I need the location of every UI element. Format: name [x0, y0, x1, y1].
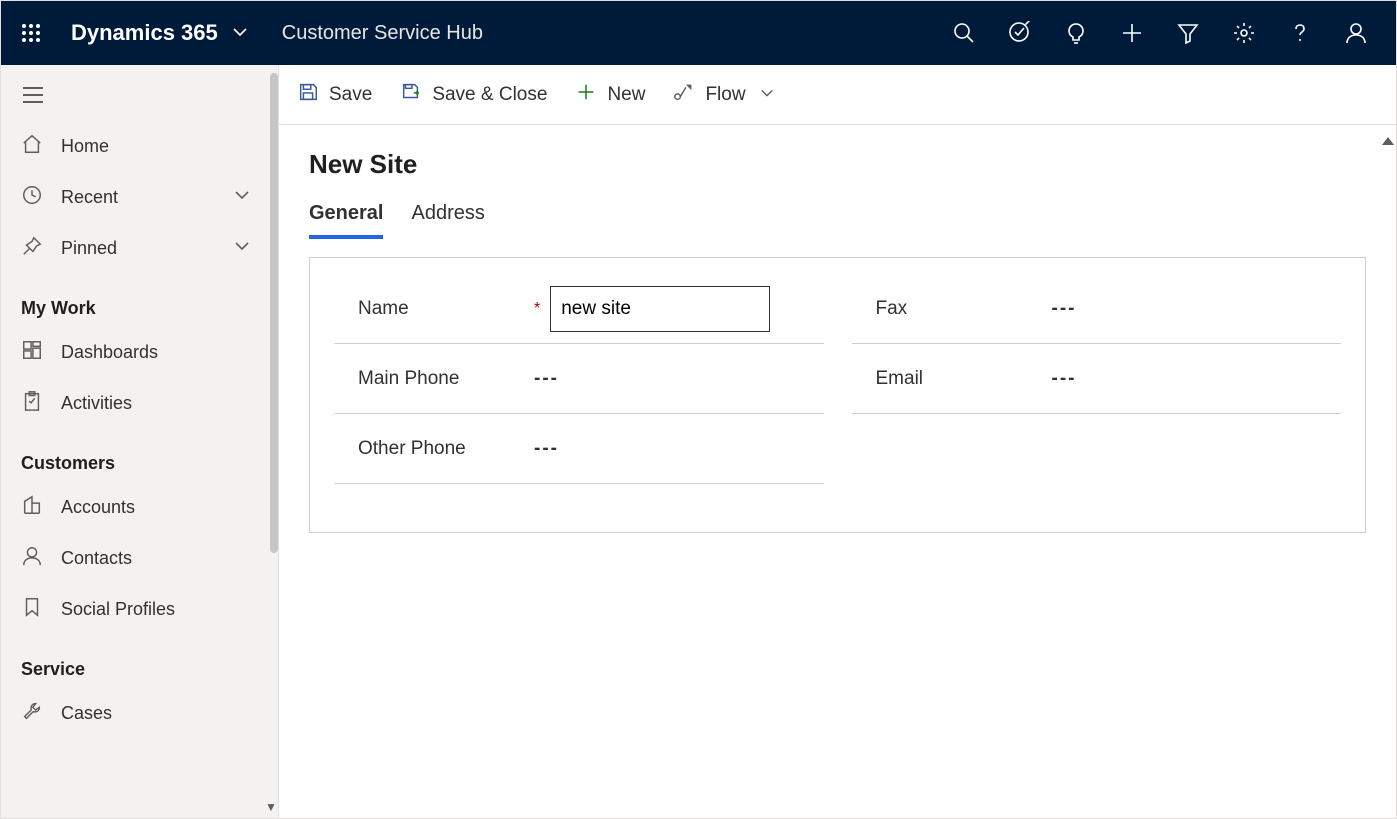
- user-icon[interactable]: [1342, 19, 1370, 47]
- field-other-phone[interactable]: Other Phone ---: [334, 414, 824, 484]
- sidebar-item-home[interactable]: Home: [1, 121, 278, 172]
- required-indicator: *: [534, 300, 540, 318]
- field-label: Email: [852, 368, 1052, 390]
- flow-button[interactable]: Flow: [673, 81, 773, 109]
- new-button[interactable]: New: [575, 81, 645, 109]
- sidebar-group-customers: Customers: [1, 429, 278, 482]
- sidebar-item-label: Cases: [61, 703, 112, 724]
- name-input[interactable]: [550, 286, 770, 332]
- field-label: Other Phone: [334, 438, 534, 460]
- sidebar-item-contacts[interactable]: Contacts: [1, 533, 278, 584]
- clipboard-icon: [21, 390, 43, 417]
- dashboard-icon: [21, 339, 43, 366]
- sidebar-group-service: Service: [1, 635, 278, 688]
- task-flow-icon[interactable]: [1006, 19, 1034, 47]
- sidebar-item-label: Dashboards: [61, 342, 158, 363]
- settings-icon[interactable]: [1230, 19, 1258, 47]
- plus-icon: [575, 81, 597, 109]
- sidebar-item-pinned[interactable]: Pinned: [1, 223, 278, 274]
- sidebar-item-activities[interactable]: Activities: [1, 378, 278, 429]
- save-icon: [297, 81, 319, 109]
- field-empty: [852, 414, 1342, 484]
- tab-address[interactable]: Address: [411, 202, 484, 239]
- main-content: Save Save & Close New Flow New Site: [279, 65, 1396, 818]
- field-name: Name *: [334, 274, 824, 344]
- brand-menu[interactable]: Dynamics 365: [71, 20, 248, 46]
- cmd-label: Save: [329, 84, 372, 106]
- pin-icon: [21, 235, 43, 262]
- sidebar-item-social-profiles[interactable]: Social Profiles: [1, 584, 278, 635]
- sidebar-item-label: Pinned: [61, 238, 117, 259]
- cmd-label: Save & Close: [432, 84, 547, 106]
- chevron-down-icon: [234, 187, 250, 208]
- cmd-label: New: [607, 84, 645, 106]
- sidebar-item-label: Contacts: [61, 548, 132, 569]
- content-scrollbar[interactable]: [1384, 135, 1394, 810]
- sidebar-item-label: Accounts: [61, 497, 135, 518]
- tab-general[interactable]: General: [309, 202, 383, 239]
- person-icon: [21, 545, 43, 572]
- save-close-button[interactable]: Save & Close: [400, 81, 547, 109]
- field-label: Name: [334, 298, 534, 320]
- sidebar-item-label: Recent: [61, 187, 118, 208]
- field-value: ---: [1052, 298, 1342, 320]
- home-icon: [21, 133, 43, 160]
- app-launcher-icon[interactable]: [11, 13, 51, 53]
- chevron-down-icon: [760, 84, 774, 106]
- wrench-icon: [21, 700, 43, 727]
- field-label: Fax: [852, 298, 1052, 320]
- filter-icon[interactable]: [1174, 19, 1202, 47]
- search-icon[interactable]: [950, 19, 978, 47]
- sidebar-item-cases[interactable]: Cases: [1, 688, 278, 739]
- save-close-icon: [400, 81, 422, 109]
- cmd-label: Flow: [705, 84, 745, 106]
- field-fax[interactable]: Fax ---: [852, 274, 1342, 344]
- top-navbar: Dynamics 365 Customer Service Hub: [1, 1, 1396, 65]
- form-panel: Name * Fax --- Main Phone ---: [309, 257, 1366, 533]
- clock-icon: [21, 184, 43, 211]
- sidebar-item-accounts[interactable]: Accounts: [1, 482, 278, 533]
- field-value: ---: [534, 438, 824, 460]
- module-name: Customer Service Hub: [282, 22, 483, 45]
- command-bar: Save Save & Close New Flow: [279, 65, 1396, 125]
- field-label: Main Phone: [334, 368, 534, 390]
- hamburger-icon[interactable]: [1, 69, 278, 121]
- sidebar-item-recent[interactable]: Recent: [1, 172, 278, 223]
- save-button[interactable]: Save: [297, 81, 372, 109]
- sidebar-item-label: Home: [61, 136, 109, 157]
- field-main-phone[interactable]: Main Phone ---: [334, 344, 824, 414]
- field-email[interactable]: Email ---: [852, 344, 1342, 414]
- tab-list: General Address: [309, 202, 1366, 239]
- add-icon[interactable]: [1118, 19, 1146, 47]
- help-icon[interactable]: [1286, 19, 1314, 47]
- building-icon: [21, 494, 43, 521]
- site-map-sidebar: Home Recent Pinned My Work Dashboards Ac…: [1, 65, 279, 818]
- flow-icon: [673, 81, 695, 109]
- brand-name: Dynamics 365: [71, 20, 218, 46]
- sidebar-item-label: Activities: [61, 393, 132, 414]
- sidebar-group-mywork: My Work: [1, 274, 278, 327]
- chevron-down-icon: [232, 20, 248, 46]
- page-title: New Site: [309, 149, 1366, 180]
- chevron-down-icon: [234, 238, 250, 259]
- bookmark-icon: [21, 596, 43, 623]
- sidebar-scrollbar[interactable]: ▼: [268, 65, 278, 818]
- sidebar-item-label: Social Profiles: [61, 599, 175, 620]
- field-value: ---: [534, 368, 824, 390]
- assistant-icon[interactable]: [1062, 19, 1090, 47]
- field-value: ---: [1052, 368, 1342, 390]
- sidebar-item-dashboards[interactable]: Dashboards: [1, 327, 278, 378]
